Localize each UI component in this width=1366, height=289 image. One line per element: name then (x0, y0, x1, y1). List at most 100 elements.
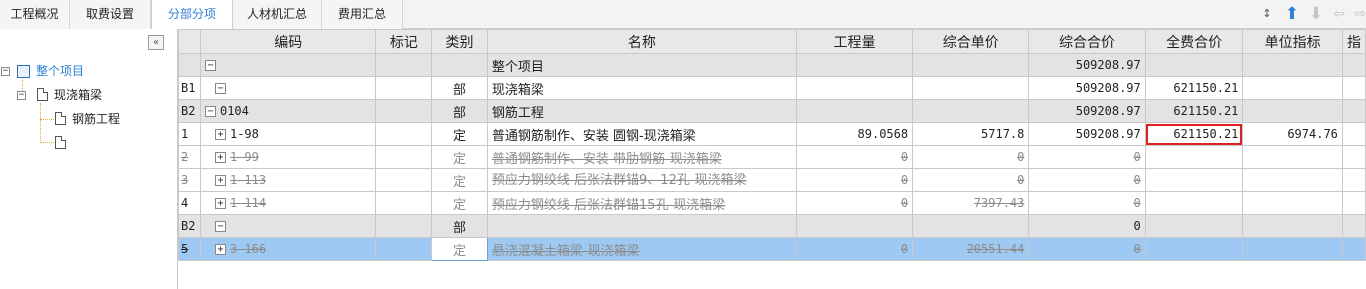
quantity-cell[interactable]: 0 (795, 168, 914, 192)
mark-cell[interactable] (375, 122, 433, 146)
code-cell[interactable]: − (199, 214, 377, 238)
unit-index-cell[interactable] (1242, 99, 1343, 123)
quantity-cell[interactable] (795, 76, 914, 100)
tree-toggle[interactable]: − (17, 91, 26, 100)
category-cell[interactable]: 定 (431, 122, 488, 146)
unit-index-cell[interactable] (1242, 237, 1343, 261)
table-row-2[interactable]: 2 +1-99 定 普通钢筋制作、安装 带肋钢筋-现浇箱梁 0 0 0 (178, 145, 1366, 169)
column-header-total-price[interactable]: 综合合价 (1028, 29, 1146, 54)
full-total-cell[interactable] (1144, 214, 1244, 238)
full-total-cell[interactable] (1144, 168, 1244, 192)
code-cell[interactable]: − (199, 76, 377, 100)
unit-index-cell[interactable]: 6974.76 (1242, 122, 1343, 146)
full-total-cell-highlighted[interactable]: 621150.21 (1144, 122, 1244, 146)
full-total-cell[interactable] (1144, 237, 1244, 261)
collapse-toggle[interactable]: − (214, 82, 226, 94)
move-up-icon[interactable]: ⬆ (1284, 6, 1300, 23)
column-header-unit-price[interactable]: 综合单价 (912, 29, 1030, 54)
quantity-cell[interactable]: 0 (795, 237, 914, 261)
quantity-cell[interactable]: 89.0568 (795, 122, 914, 146)
indent-right-icon[interactable]: ⇨ (1352, 6, 1366, 22)
table-row-1[interactable]: 1 +1-98 定 普通钢筋制作、安装 圆钢-现浇箱梁 89.0568 5717… (178, 122, 1366, 146)
code-cell[interactable]: − (199, 53, 377, 77)
category-cell[interactable] (431, 53, 488, 77)
total-price-cell[interactable]: 509208.97 (1028, 53, 1146, 77)
total-price-cell[interactable]: 509208.97 (1028, 76, 1146, 100)
expand-toggle[interactable]: + (214, 243, 226, 255)
category-cell[interactable]: 部 (431, 76, 488, 100)
column-header-code[interactable]: 编码 (199, 29, 377, 54)
full-total-cell[interactable]: 621150.21 (1144, 76, 1244, 100)
name-cell[interactable] (486, 214, 797, 238)
move-down-icon[interactable]: ⬇ (1308, 6, 1324, 23)
full-total-cell[interactable] (1144, 145, 1244, 169)
code-cell[interactable]: +3-166 (199, 237, 377, 261)
mark-cell[interactable] (375, 145, 433, 169)
expand-toggle[interactable]: + (214, 128, 226, 140)
mark-cell[interactable] (375, 237, 433, 261)
category-cell-active[interactable]: 定 (431, 237, 488, 261)
total-price-cell[interactable]: 0 (1028, 168, 1146, 192)
name-cell[interactable]: 悬浇混凝土箱梁-现浇箱梁 (486, 237, 797, 261)
name-cell[interactable]: 预应力钢绞线 后张法群锚15孔-现浇箱梁 (486, 191, 797, 215)
category-cell[interactable]: 定 (431, 168, 488, 192)
column-header-mark[interactable]: 标记 (375, 29, 433, 54)
column-header-full-total[interactable]: 全费合价 (1144, 29, 1244, 54)
table-row-4[interactable]: 4 +1-114 定 预应力钢绞线 后张法群锚15孔-现浇箱梁 0 7397.4… (178, 191, 1366, 215)
unit-price-cell[interactable] (912, 76, 1030, 100)
unit-price-cell[interactable] (912, 53, 1030, 77)
collapse-toggle[interactable]: − (204, 59, 216, 71)
unit-price-cell[interactable]: 20551.44 (912, 237, 1030, 261)
tab-sub-items[interactable]: 分部分项 (151, 0, 233, 30)
full-total-cell[interactable] (1144, 53, 1244, 77)
mark-cell[interactable] (375, 99, 433, 123)
unit-price-cell[interactable]: 0 (912, 145, 1030, 169)
indent-left-icon[interactable]: ⇦ (1331, 6, 1347, 22)
code-cell[interactable]: +1-98 (199, 122, 377, 146)
expand-toggle[interactable]: + (214, 197, 226, 209)
quantity-cell[interactable]: 0 (795, 145, 914, 169)
mark-cell[interactable] (375, 53, 433, 77)
category-cell[interactable]: 部 (431, 99, 488, 123)
tab-labor-material-summary[interactable]: 人材机汇总 (233, 0, 322, 29)
unit-index-cell[interactable] (1242, 191, 1343, 215)
tab-cost-summary[interactable]: 费用汇总 (322, 0, 403, 29)
total-price-cell[interactable]: 0 (1028, 214, 1146, 238)
unit-index-cell[interactable] (1242, 214, 1343, 238)
name-cell[interactable]: 普通钢筋制作、安装 圆钢-现浇箱梁 (486, 122, 797, 146)
code-cell[interactable]: +1-113 (199, 168, 377, 192)
total-price-cell[interactable]: 0 (1028, 237, 1146, 261)
full-total-cell[interactable]: 621150.21 (1144, 99, 1244, 123)
column-header-name[interactable]: 名称 (486, 29, 797, 54)
quantity-cell[interactable]: 0 (795, 191, 914, 215)
unit-price-cell[interactable] (912, 99, 1030, 123)
expand-toggle[interactable]: + (214, 174, 226, 186)
name-cell[interactable]: 现浇箱梁 (486, 76, 797, 100)
collapse-panel-button[interactable]: « (148, 35, 164, 50)
expand-toggle[interactable]: + (214, 151, 226, 163)
quantity-cell[interactable] (795, 99, 914, 123)
tab-fee-settings[interactable]: 取费设置 (70, 0, 151, 29)
name-cell[interactable]: 预应力钢绞线 后张法群锚9、12孔-现浇箱梁 (486, 168, 797, 192)
code-cell[interactable]: −0104 (199, 99, 377, 123)
table-row-whole-project[interactable]: − 整个项目 509208.97 (178, 53, 1366, 77)
code-cell[interactable]: +1-114 (199, 191, 377, 215)
column-header-category[interactable]: 类别 (431, 29, 488, 54)
code-cell[interactable]: +1-99 (199, 145, 377, 169)
name-cell[interactable]: 钢筋工程 (486, 99, 797, 123)
table-row-5-selected[interactable]: 5 +3-166 定 悬浇混凝土箱梁-现浇箱梁 0 20551.44 0 (178, 237, 1366, 261)
unit-price-cell[interactable]: 5717.8 (912, 122, 1030, 146)
column-header-quantity[interactable]: 工程量 (795, 29, 914, 54)
name-cell[interactable]: 整个项目 (486, 53, 797, 77)
column-header-unit-index[interactable]: 单位指标 (1242, 29, 1343, 54)
mark-cell[interactable] (375, 191, 433, 215)
collapse-toggle[interactable]: − (214, 220, 226, 232)
unit-index-cell[interactable] (1242, 76, 1343, 100)
table-row-b1[interactable]: B1 − 部 现浇箱梁 509208.97 621150.21 (178, 76, 1366, 100)
unit-price-cell[interactable]: 7397.43 (912, 191, 1030, 215)
unit-index-cell[interactable] (1242, 145, 1343, 169)
unit-price-cell[interactable] (912, 214, 1030, 238)
category-cell[interactable]: 部 (431, 214, 488, 238)
unit-index-cell[interactable] (1242, 168, 1343, 192)
quantity-cell[interactable] (795, 214, 914, 238)
